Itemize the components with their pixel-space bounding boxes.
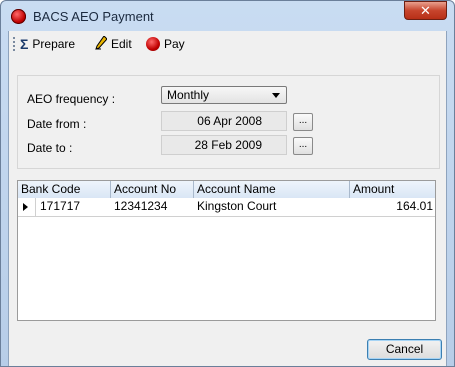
cell-account-no[interactable]: 12341234 (111, 198, 194, 216)
frequency-label: AEO frequency : (27, 92, 116, 106)
date-from-picker-button[interactable]: ... (293, 113, 313, 131)
close-icon: ✕ (420, 3, 431, 18)
row-selector[interactable] (18, 198, 36, 216)
pencil-icon (95, 34, 108, 53)
sigma-icon: Σ (20, 36, 29, 52)
app-icon (11, 9, 26, 24)
frequency-value: Monthly (167, 88, 210, 102)
column-header-amount[interactable]: Amount (350, 181, 437, 198)
cell-amount[interactable]: 164.01 (350, 198, 435, 216)
payments-grid: Bank Code Account No Account Name Amount… (17, 180, 436, 321)
window-title: BACS AEO Payment (33, 9, 154, 24)
title-bar[interactable]: BACS AEO Payment ✕ (1, 1, 454, 31)
date-to-label: Date to : (27, 141, 73, 155)
column-header-account-no[interactable]: Account No (111, 181, 194, 198)
cell-account-name[interactable]: Kingston Court (194, 198, 350, 216)
toolbar-grip[interactable] (13, 37, 15, 51)
grid-header: Bank Code Account No Account Name Amount (18, 181, 435, 199)
table-row[interactable]: 171717 12341234 Kingston Court 164.01 (18, 198, 435, 217)
chevron-down-icon (272, 93, 280, 98)
prepare-button[interactable]: Σ Prepare (20, 36, 75, 52)
date-to-picker-button[interactable]: ... (293, 137, 313, 155)
date-from-field[interactable]: 06 Apr 2008 (161, 111, 287, 131)
column-header-bank-code[interactable]: Bank Code (18, 181, 111, 198)
close-button[interactable]: ✕ (404, 1, 447, 20)
prepare-label: Prepare (32, 37, 76, 51)
bacs-aeo-payment-window: BACS AEO Payment ✕ Σ Prepare Edit Pay AE… (0, 0, 455, 367)
pay-label: Pay (164, 37, 185, 51)
cell-bank-code[interactable]: 171717 (37, 198, 111, 216)
pay-button[interactable]: Pay (146, 36, 185, 52)
edit-label: Edit (111, 37, 132, 51)
date-from-label: Date from : (27, 117, 87, 131)
date-to-field[interactable]: 28 Feb 2009 (161, 135, 287, 155)
frequency-select[interactable]: Monthly (161, 86, 287, 104)
current-row-icon (23, 203, 28, 211)
cancel-button[interactable]: Cancel (367, 339, 442, 360)
edit-button[interactable]: Edit (95, 34, 132, 53)
column-header-account-name[interactable]: Account Name (194, 181, 350, 198)
toolbar: Σ Prepare Edit Pay (9, 31, 446, 57)
pay-icon (146, 37, 160, 51)
